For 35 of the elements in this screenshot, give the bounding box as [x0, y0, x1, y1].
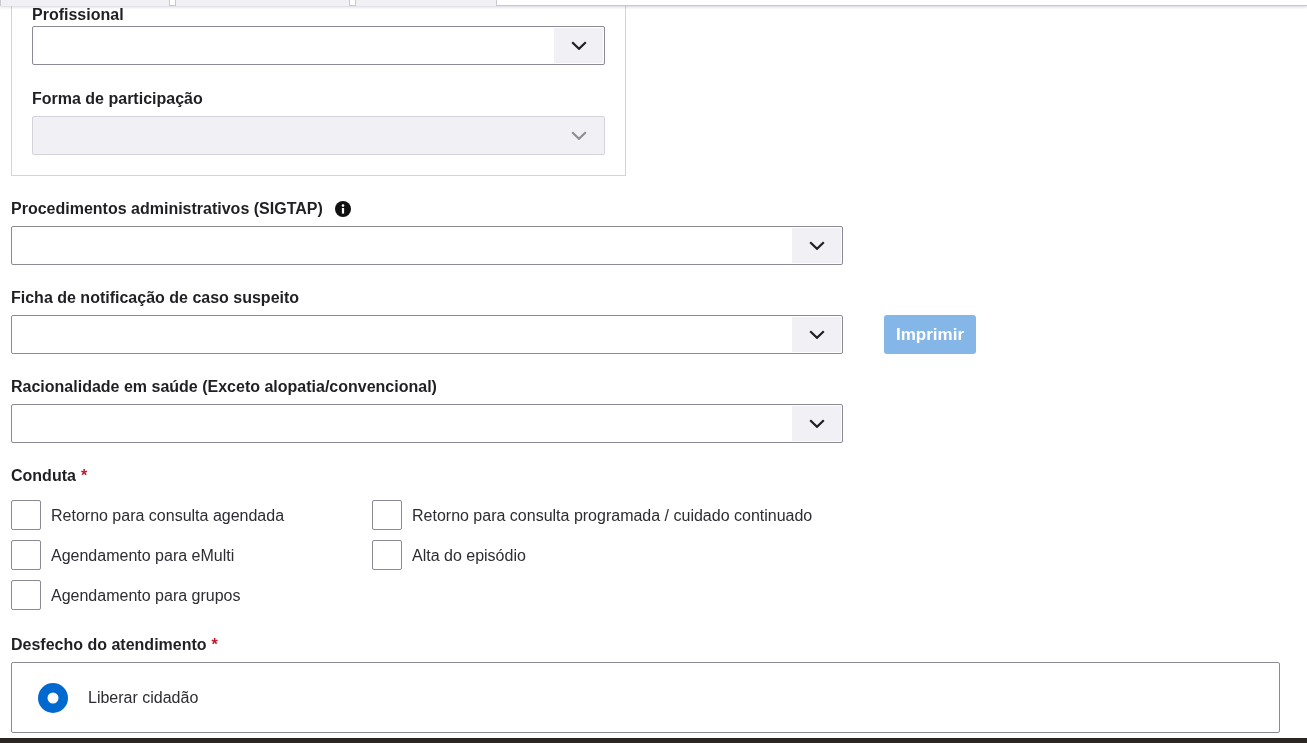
radio-label[interactable]: Liberar cidadão: [88, 688, 199, 707]
dropdown-toggle[interactable]: [792, 228, 841, 263]
chevron-down-icon: [808, 241, 825, 250]
checkbox[interactable]: [11, 500, 41, 530]
dropdown-toggle[interactable]: [792, 317, 841, 352]
field-label: Racionalidade em saúde (Exceto alopatia/convencional): [11, 378, 437, 396]
checkbox-label[interactable]: Alta do episódio: [412, 545, 526, 565]
required-mark: *: [211, 636, 218, 653]
checkbox[interactable]: [11, 540, 41, 570]
checkbox-label[interactable]: Agendamento para grupos: [51, 585, 241, 605]
field-label: Procedimentos administrativos (SIGTAP): [11, 200, 323, 218]
field-label: Profissional: [32, 6, 124, 24]
checkbox-label[interactable]: Retorno para consulta agendada: [51, 505, 285, 525]
chevron-down-icon: [808, 330, 825, 339]
required-mark: *: [80, 467, 88, 484]
select-field[interactable]: [32, 26, 605, 65]
checkbox[interactable]: [372, 500, 402, 530]
dropdown-toggle[interactable]: [792, 406, 841, 441]
info-icon[interactable]: [334, 201, 351, 217]
chevron-down-icon: [808, 419, 825, 428]
chevron-down-icon: [570, 131, 587, 140]
radio-button[interactable]: [38, 682, 68, 713]
select-field[interactable]: [11, 315, 843, 354]
checkbox-label[interactable]: Retorno para consulta programada / cuidado continuado: [412, 505, 813, 525]
field-label: Ficha de notificação de caso suspeito: [11, 289, 300, 307]
checkbox-label[interactable]: Agendamento para eMulti: [51, 545, 235, 565]
chevron-down-icon: [570, 41, 587, 50]
checkbox[interactable]: [372, 540, 402, 570]
field-label: Forma de participação: [32, 90, 203, 108]
select-field[interactable]: [11, 226, 843, 265]
dropdown-toggle[interactable]: [554, 28, 603, 63]
field-label: Conduta *: [11, 467, 88, 485]
field-label: Desfecho do atendimento *: [11, 636, 218, 654]
select-field[interactable]: [11, 404, 843, 443]
checkbox[interactable]: [11, 580, 41, 610]
